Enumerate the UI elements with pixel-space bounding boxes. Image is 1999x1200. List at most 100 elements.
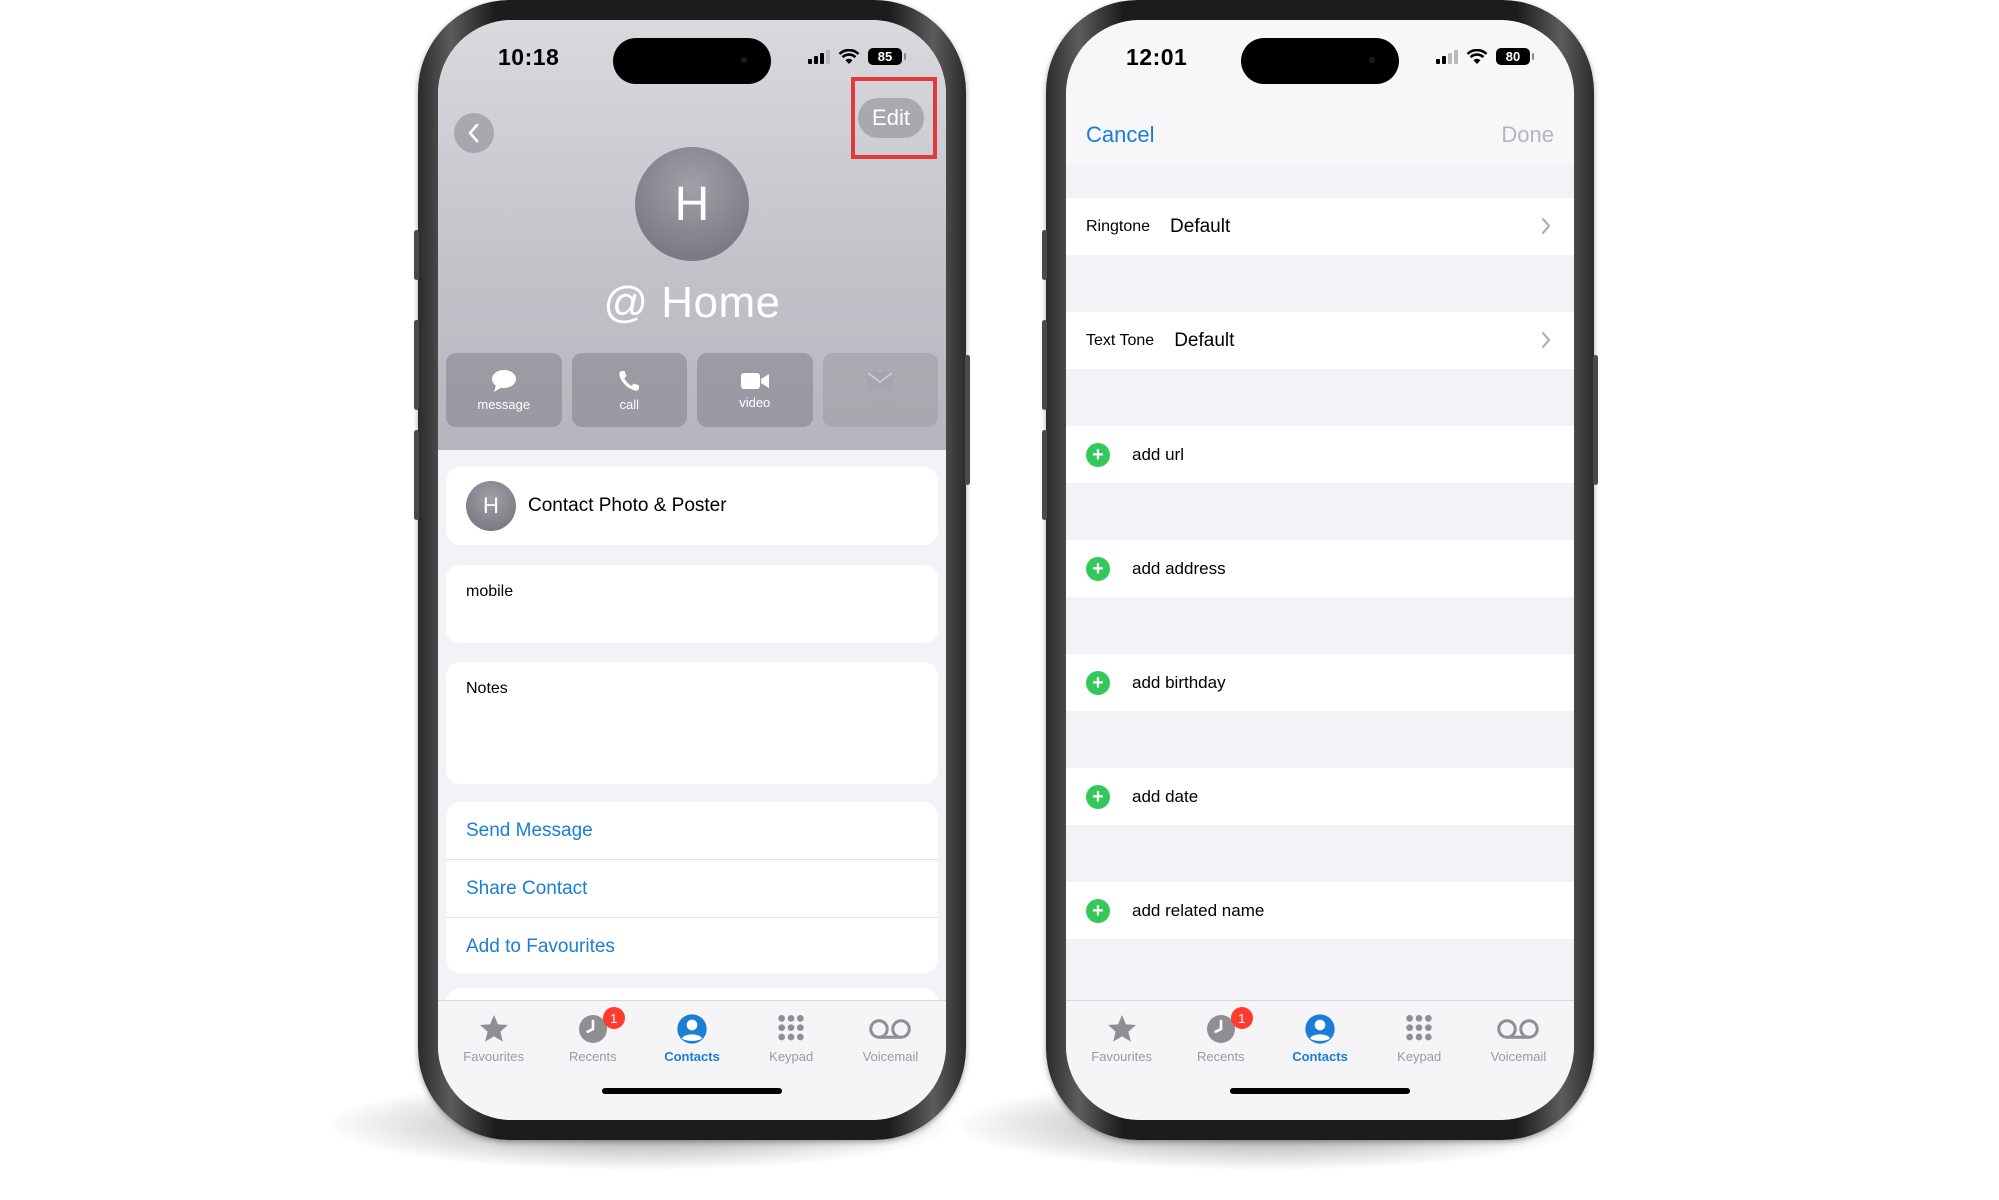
volume-up-button (1042, 320, 1047, 410)
add-circle-icon: + (1086, 442, 1110, 467)
recents-badge: 1 (1230, 1007, 1253, 1029)
contact-poster-row: H Contact Photo & Poster (446, 467, 938, 545)
wifi-icon (838, 48, 860, 64)
call-action-button[interactable]: call (571, 353, 687, 427)
side-button (414, 230, 419, 280)
video-action-label: video (739, 394, 771, 410)
tab-voicemail-label: Voicemail (862, 1049, 919, 1064)
tab-contacts[interactable]: Contacts (642, 1001, 741, 1120)
status-icons: 85 (808, 48, 906, 65)
text-tone-row[interactable]: Text Tone Default (1066, 312, 1574, 369)
tab-keypad-label: Keypad (769, 1049, 814, 1064)
tab-recents[interactable]: 1 Recents (543, 1001, 642, 1120)
tab-voicemail-label: Voicemail (1490, 1049, 1547, 1064)
add-date-label: add date (1132, 786, 1199, 806)
tab-keypad[interactable]: Keypad (1370, 1001, 1469, 1120)
signal-icon (808, 49, 830, 64)
camera-dot (741, 57, 747, 63)
add-address-label: add address (1132, 558, 1226, 578)
text-tone-label: Text Tone (1086, 331, 1155, 349)
tab-contacts[interactable]: Contacts (1270, 1001, 1369, 1120)
camera-dot (1369, 57, 1375, 63)
chevron-left-icon (468, 123, 479, 143)
tab-voicemail[interactable]: Voicemail (841, 1001, 940, 1120)
add-date-row[interactable]: + add date (1066, 768, 1574, 825)
volume-down-button (414, 430, 419, 520)
status-time: 12:01 (1126, 44, 1188, 70)
volume-down-button (1042, 430, 1047, 520)
message-action-label: message (477, 396, 531, 412)
star-icon (1107, 1015, 1136, 1042)
add-url-row[interactable]: + add url (1066, 426, 1574, 483)
add-circle-icon: + (1086, 556, 1110, 581)
tab-favourites[interactable]: Favourites (1072, 1001, 1171, 1120)
tab-recents-label: Recents (568, 1049, 617, 1064)
voicemail-icon (1497, 1019, 1540, 1039)
cancel-button[interactable]: Cancel (1086, 122, 1154, 148)
battery-icon: 85 (868, 48, 906, 65)
share-contact-link[interactable]: Share Contact (446, 860, 938, 918)
side-button (1042, 230, 1047, 280)
keypad-icon (778, 1015, 804, 1041)
done-button[interactable]: Done (1501, 122, 1554, 148)
contact-avatar: H (635, 147, 749, 261)
actions-list-card: Send Message Share Contact Add to Favour… (446, 802, 938, 973)
add-circle-icon: + (1086, 784, 1110, 809)
text-tone-value: Default (1174, 329, 1235, 351)
status-icons: 80 (1436, 48, 1534, 65)
add-circle-icon: + (1086, 898, 1110, 923)
back-button[interactable] (454, 113, 494, 153)
ringtone-row[interactable]: Ringtone Default (1066, 198, 1574, 255)
mail-action-button[interactable]: mail (822, 353, 938, 427)
ringtone-value: Default (1170, 215, 1231, 237)
chevron-right-icon (1541, 217, 1551, 235)
dynamic-island (1241, 38, 1399, 84)
chevron-right-icon (1541, 331, 1551, 349)
tab-recents[interactable]: 1 Recents (1171, 1001, 1270, 1120)
tab-contacts-label: Contacts (1292, 1049, 1348, 1064)
message-action-button[interactable]: message (446, 353, 562, 427)
contact-name: @ Home (603, 278, 781, 327)
right-phone: 12:01 80 Cancel Done Ringtone Default Te… (1042, 0, 1598, 1140)
tab-favourites-label: Favourites (1091, 1049, 1152, 1064)
quick-actions: message call video mail (446, 353, 938, 427)
notes-card[interactable]: Notes (446, 662, 938, 784)
person-circle-icon (677, 1014, 707, 1044)
edit-nav-bar: Cancel Done (1066, 90, 1574, 166)
mail-action-label: mail (868, 394, 893, 410)
signal-icon (1436, 49, 1458, 64)
video-action-button[interactable]: video (697, 353, 813, 427)
tab-bar: Favourites 1 Recents Contacts Keypad Voi… (1066, 1000, 1574, 1120)
left-screen: 10:18 85 Edit H @ Home message call vide… (438, 20, 946, 1120)
add-circle-icon: + (1086, 670, 1110, 695)
add-url-label: add url (1132, 444, 1184, 464)
message-icon (491, 369, 516, 392)
add-birthday-row[interactable]: + add birthday (1066, 654, 1574, 711)
battery-icon: 80 (1496, 48, 1534, 65)
dynamic-island (613, 38, 771, 84)
add-address-row[interactable]: + add address (1066, 540, 1574, 597)
tab-favourites[interactable]: Favourites (444, 1001, 543, 1120)
keypad-icon (1406, 1015, 1432, 1041)
person-circle-icon (1305, 1014, 1335, 1044)
wifi-icon (1466, 48, 1488, 64)
phone-icon (619, 370, 640, 391)
power-button (965, 355, 970, 485)
volume-up-button (414, 320, 419, 410)
recents-badge: 1 (602, 1007, 625, 1029)
mobile-label: mobile (466, 583, 514, 600)
contact-poster-card[interactable]: H Contact Photo & Poster (446, 467, 938, 545)
power-button (1593, 355, 1598, 485)
add-related-name-row[interactable]: + add related name (1066, 882, 1574, 939)
home-indicator (602, 1088, 782, 1094)
send-message-link[interactable]: Send Message (446, 802, 938, 860)
tab-keypad-label: Keypad (1397, 1049, 1442, 1064)
voicemail-icon (869, 1019, 912, 1039)
notes-label: Notes (466, 680, 508, 697)
tab-keypad[interactable]: Keypad (742, 1001, 841, 1120)
mobile-card[interactable]: mobile (446, 565, 938, 643)
tab-voicemail[interactable]: Voicemail (1469, 1001, 1568, 1120)
left-phone: 10:18 85 Edit H @ Home message call vide… (414, 0, 970, 1140)
tab-favourites-label: Favourites (463, 1049, 524, 1064)
add-to-favourites-link[interactable]: Add to Favourites (446, 918, 938, 975)
